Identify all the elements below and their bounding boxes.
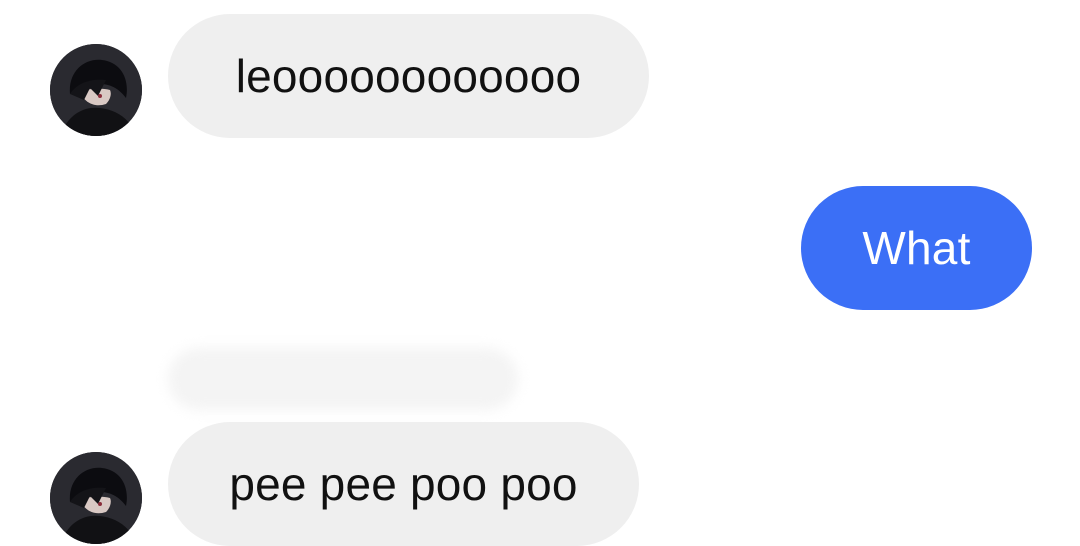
message-text: pee pee poo poo <box>229 458 578 510</box>
incoming-message-bubble[interactable]: pee pee poo poo <box>168 422 639 546</box>
outgoing-message-bubble[interactable]: What <box>801 186 1032 310</box>
contact-avatar[interactable] <box>50 44 142 136</box>
message-text: leoooooooooooo <box>235 50 582 102</box>
redacted-area <box>168 348 518 410</box>
avatar-portrait-icon <box>50 44 142 136</box>
avatar-portrait-icon <box>50 452 142 544</box>
incoming-message-bubble[interactable]: leoooooooooooo <box>168 14 649 138</box>
message-text: What <box>862 222 971 274</box>
contact-avatar[interactable] <box>50 452 142 544</box>
